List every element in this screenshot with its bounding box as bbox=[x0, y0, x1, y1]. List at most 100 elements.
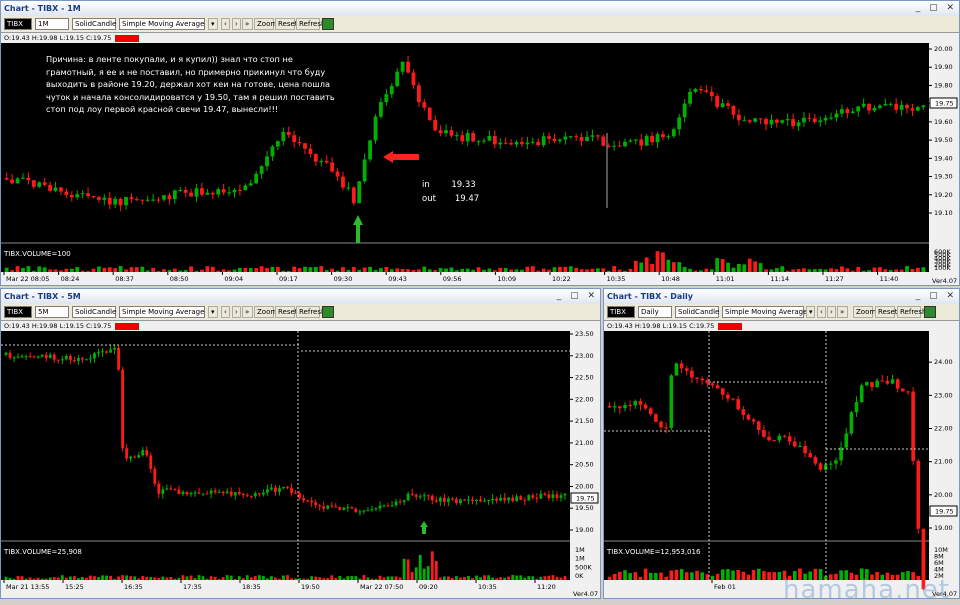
volume-bar bbox=[515, 576, 518, 580]
scroll-end-button[interactable]: » bbox=[837, 306, 848, 318]
candle-body bbox=[294, 493, 297, 494]
indicator-select[interactable]: Simple Moving Average bbox=[119, 18, 205, 30]
scroll-right-button[interactable]: › bbox=[827, 306, 836, 318]
candle-body bbox=[178, 190, 182, 191]
candle-body bbox=[656, 134, 660, 142]
candle-body bbox=[775, 120, 779, 123]
candle-body bbox=[536, 142, 540, 145]
volume-bar bbox=[666, 260, 670, 272]
interval-select[interactable]: 1M bbox=[35, 18, 69, 30]
volume-bar bbox=[661, 252, 665, 272]
style-select[interactable]: SolidCandle bbox=[675, 306, 719, 318]
chart-icon[interactable] bbox=[322, 306, 334, 318]
candle-body bbox=[336, 172, 340, 177]
candle-body bbox=[161, 489, 164, 494]
volume-bar bbox=[503, 578, 506, 580]
candle-body bbox=[677, 117, 681, 129]
candle-body bbox=[752, 419, 756, 421]
volume-bar bbox=[81, 271, 85, 272]
window-controls[interactable]: _ ▢ ✕ bbox=[916, 291, 957, 301]
symbol-input[interactable]: TIBX bbox=[4, 306, 32, 318]
window-controls[interactable]: _ ▢ ✕ bbox=[557, 291, 598, 301]
volume-bar bbox=[184, 270, 188, 272]
reset-button[interactable]: Reset bbox=[875, 306, 895, 318]
volume-bar bbox=[374, 270, 378, 272]
refresh-button[interactable]: Refresh bbox=[296, 306, 320, 318]
zoom-button[interactable]: Zoom bbox=[254, 306, 274, 318]
chart-icon[interactable] bbox=[924, 306, 936, 318]
candle-body bbox=[151, 200, 155, 201]
scroll-left-button[interactable]: ‹ bbox=[817, 306, 826, 318]
candle-body bbox=[302, 498, 305, 500]
scroll-left-button[interactable]: ‹ bbox=[221, 18, 230, 30]
candle-body bbox=[564, 494, 567, 496]
refresh-button[interactable]: Refresh bbox=[897, 306, 921, 318]
candle-body bbox=[310, 501, 313, 502]
volume-bar bbox=[302, 579, 305, 580]
settings-button[interactable]: ▾ bbox=[806, 306, 815, 318]
volume-bar bbox=[721, 259, 725, 272]
price-chart-daily[interactable]: 25.0024.0023.0022.0021.0020.0019.0010M8M… bbox=[604, 331, 959, 598]
candle-body bbox=[270, 487, 273, 489]
scroll-right-button[interactable]: › bbox=[232, 18, 241, 30]
candle-body bbox=[342, 508, 345, 510]
style-select[interactable]: SolidCandle bbox=[72, 18, 116, 30]
candle-body bbox=[195, 188, 199, 196]
indicator-select[interactable]: Simple Moving Average bbox=[119, 306, 205, 318]
y-tick-label: 19.50 bbox=[934, 136, 953, 144]
volume-bar bbox=[73, 576, 76, 580]
candle-body bbox=[845, 109, 849, 113]
reset-button[interactable]: Reset bbox=[275, 306, 295, 318]
settings-button[interactable]: ▾ bbox=[208, 306, 218, 318]
volume-bar bbox=[338, 576, 341, 580]
settings-button[interactable]: ▾ bbox=[208, 18, 218, 30]
volume-bar bbox=[141, 576, 144, 580]
candle-body bbox=[169, 488, 172, 489]
indicator-select[interactable]: Simple Moving Average bbox=[722, 306, 804, 318]
volume-bar bbox=[238, 576, 241, 580]
candle-body bbox=[650, 136, 654, 142]
candle-body bbox=[835, 114, 839, 118]
window-controls[interactable]: _ ▢ ✕ bbox=[916, 3, 957, 13]
volume-bar bbox=[130, 267, 134, 272]
scroll-end-button[interactable]: » bbox=[242, 306, 253, 318]
candle-body bbox=[896, 379, 900, 388]
scroll-right-button[interactable]: › bbox=[232, 306, 241, 318]
candle-body bbox=[81, 193, 85, 194]
zoom-button[interactable]: Zoom bbox=[254, 18, 274, 30]
volume-bar bbox=[601, 268, 605, 272]
interval-select[interactable]: Daily bbox=[638, 306, 672, 318]
x-tick-label: 11:40 bbox=[880, 275, 899, 283]
volume-bar bbox=[435, 561, 438, 580]
volume-label: TIBX.VOLUME=25,908 bbox=[4, 548, 82, 556]
refresh-button[interactable]: Refresh bbox=[296, 18, 320, 30]
volume-bar bbox=[189, 266, 193, 272]
candle-body bbox=[459, 499, 462, 503]
volume-bar bbox=[5, 268, 9, 272]
interval-select[interactable]: 5M bbox=[35, 306, 69, 318]
price-chart-5m[interactable]: 23.5023.0022.5022.0021.5021.0020.5020.00… bbox=[1, 331, 600, 598]
volume-bar bbox=[379, 268, 383, 272]
candle-body bbox=[157, 484, 160, 494]
volume-bar bbox=[580, 269, 584, 272]
symbol-input[interactable]: TIBX bbox=[4, 18, 32, 30]
candle-body bbox=[807, 118, 811, 119]
symbol-input[interactable]: TIBX bbox=[607, 306, 635, 318]
style-select[interactable]: SolidCandle bbox=[72, 306, 116, 318]
volume-bar bbox=[780, 266, 784, 272]
candle-body bbox=[227, 192, 231, 193]
scroll-end-button[interactable]: » bbox=[242, 18, 253, 30]
chart-icon[interactable] bbox=[322, 18, 334, 30]
volume-bar bbox=[704, 269, 708, 272]
volume-bar bbox=[105, 576, 108, 580]
volume-bar bbox=[455, 270, 459, 272]
zoom-button[interactable]: Zoom bbox=[853, 306, 873, 318]
volume-bar bbox=[298, 578, 301, 580]
y-tick-label: 19.90 bbox=[934, 63, 953, 71]
candle-body bbox=[334, 507, 337, 508]
volume-bar bbox=[395, 576, 398, 580]
scroll-left-button[interactable]: ‹ bbox=[221, 306, 230, 318]
reset-button[interactable]: Reset bbox=[275, 18, 295, 30]
volume-bar bbox=[672, 262, 676, 272]
candle-body bbox=[243, 186, 247, 191]
